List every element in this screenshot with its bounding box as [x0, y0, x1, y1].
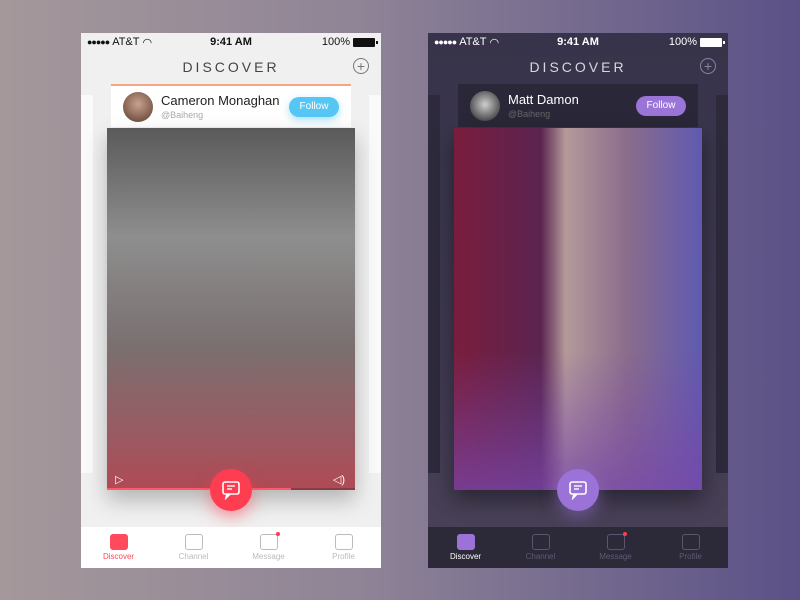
status-bar: ●●●●● AT&T ◠ 9:41 AM 100% [428, 33, 728, 51]
tab-discover[interactable]: Discover [428, 527, 503, 568]
signal-icon: ●●●●● [434, 37, 457, 47]
plus-circle-icon[interactable]: + [700, 58, 716, 74]
profile-name: Cameron Monaghan [161, 93, 280, 108]
page-title: DISCOVER [182, 59, 280, 75]
phone-screen-dark: ●●●●● AT&T ◠ 9:41 AM 100% DISCOVER + Matt … [428, 33, 728, 568]
avatar[interactable] [470, 90, 500, 121]
tab-bar: Discover Channel Message Profile [81, 527, 381, 568]
tab-message[interactable]: Message [231, 527, 306, 568]
channel-icon [184, 534, 203, 550]
tab-label: Profile [332, 552, 355, 561]
page-title: DISCOVER [529, 59, 627, 75]
phone-screen-light: ●●●●● AT&T ◠ 9:41 AM 100% DISCOVER + Camer… [81, 33, 381, 568]
wifi-icon: ◠ [489, 36, 500, 49]
avatar[interactable] [123, 91, 153, 122]
carrier: AT&T [112, 36, 140, 48]
tab-label: Discover [449, 552, 482, 561]
profile-handle: @Baiheng [508, 109, 551, 119]
next-card-peek[interactable] [369, 95, 381, 473]
comment-button[interactable] [557, 469, 599, 511]
notification-dot [622, 532, 627, 536]
carrier: AT&T [459, 36, 487, 48]
profile-icon [334, 534, 353, 550]
play-icon[interactable]: ▷ [115, 473, 123, 486]
channel-icon [531, 534, 550, 550]
prev-card-peek[interactable] [428, 95, 440, 473]
comment-icon [569, 481, 587, 500]
battery-percent: 100% [321, 36, 350, 48]
tab-bar: Discover Channel Message Profile [428, 527, 728, 568]
tab-profile[interactable]: Profile [306, 527, 381, 568]
video-progress-fill [107, 488, 291, 490]
tab-label: Channel [525, 552, 556, 561]
tab-profile[interactable]: Profile [653, 527, 728, 568]
battery-percent: 100% [668, 36, 697, 48]
tab-discover[interactable]: Discover [81, 527, 156, 568]
follow-button[interactable]: Follow [289, 96, 339, 117]
profile-card-header: Matt Damon @Baiheng Follow [458, 84, 698, 127]
battery-icon [700, 37, 725, 47]
comment-icon [222, 481, 240, 500]
status-bar: ●●●●● AT&T ◠ 9:41 AM 100% [81, 33, 381, 51]
next-card-peek[interactable] [716, 95, 728, 473]
plus-circle-icon[interactable]: + [353, 58, 369, 74]
profile-photo[interactable] [454, 128, 702, 490]
tab-label: Message [252, 552, 285, 561]
message-icon [259, 532, 280, 550]
tab-label: Discover [102, 552, 135, 561]
profile-card-header: Cameron Monaghan @Baiheng Follow [111, 84, 351, 127]
message-icon [606, 532, 627, 550]
profile-video[interactable] [107, 128, 355, 490]
signal-icon: ●●●●● [87, 37, 110, 47]
profile-handle: @Baiheng [161, 110, 204, 120]
follow-button[interactable]: Follow [636, 95, 686, 116]
comment-button[interactable] [210, 469, 252, 511]
tab-label: Profile [679, 552, 702, 561]
discover-icon [109, 534, 128, 550]
battery-icon [353, 37, 378, 47]
wifi-icon: ◠ [142, 36, 153, 49]
tab-channel[interactable]: Channel [503, 527, 578, 568]
discover-icon [456, 534, 475, 550]
volume-icon[interactable]: ◁) [333, 473, 345, 486]
tab-message[interactable]: Message [578, 527, 653, 568]
tab-channel[interactable]: Channel [156, 527, 231, 568]
profile-name: Matt Damon [508, 92, 579, 107]
tab-label: Message [599, 552, 632, 561]
prev-card-peek[interactable] [81, 95, 93, 473]
tab-label: Channel [178, 552, 209, 561]
notification-dot [275, 532, 280, 536]
profile-icon [681, 534, 700, 550]
